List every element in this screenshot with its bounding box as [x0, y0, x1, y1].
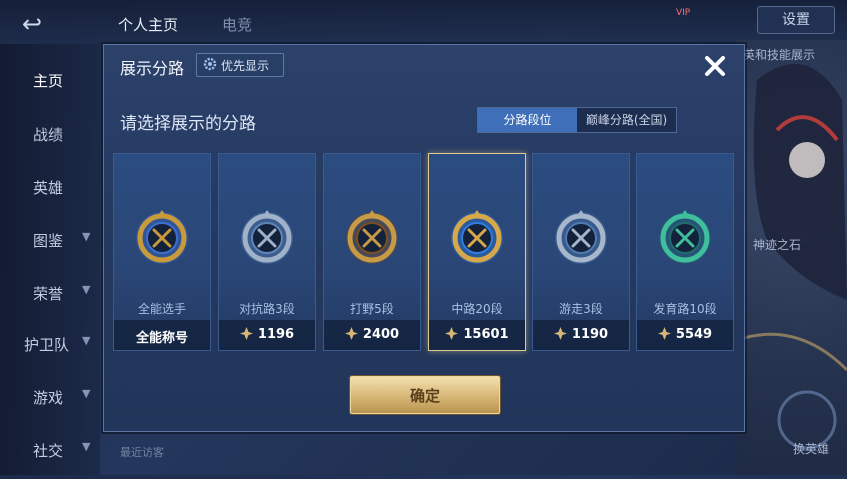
- lane-score-value: 1190: [571, 327, 609, 342]
- lane-display-dialog: 展示分路 优先显示 请选择展示的分路 分路段位 巅峰分路(全国) 全能选手全能称…: [103, 44, 745, 432]
- rank-type-toggle: 分路段位 巅峰分路(全国): [477, 107, 677, 133]
- lane-card[interactable]: 全能选手 全能称号: [113, 153, 211, 351]
- select-lane-prompt: 请选择展示的分路: [120, 114, 256, 134]
- lane-position-label: 游走3段: [559, 302, 603, 316]
- lane-score-footer: 全能称号: [114, 320, 210, 350]
- hero-art-icon: [736, 64, 847, 450]
- lane-card[interactable]: 打野5段 2400: [323, 153, 421, 351]
- chevron-down-icon: ▼: [82, 334, 91, 347]
- farm-lane-emblem-icon: [659, 210, 711, 264]
- settings-button[interactable]: 设置: [757, 6, 835, 34]
- jungle-emblem-icon: [346, 210, 398, 264]
- rank-points-icon: [344, 327, 358, 340]
- lane-score-footer: 5549: [637, 320, 733, 350]
- lane-score-value: 1196: [257, 327, 295, 342]
- chevron-down-icon: ▼: [82, 283, 91, 296]
- gear-icon: [203, 57, 217, 71]
- hero-portrait: 英和技能展示 神迹之石 换英雄: [736, 40, 847, 475]
- lane-position-label: 全能选手: [137, 302, 186, 316]
- vip-badge: VIP: [676, 8, 691, 18]
- clash-lane-emblem-icon: [241, 210, 293, 264]
- recent-visitors-label: 最近访客: [120, 446, 164, 459]
- tab-esports[interactable]: 电竞: [222, 14, 252, 35]
- lane-score-footer: 2400: [324, 320, 420, 350]
- lane-score-footer: 1196: [219, 320, 315, 350]
- tab-peak-lane-national[interactable]: 巅峰分路(全国): [577, 108, 676, 132]
- priority-display-button[interactable]: 优先显示: [196, 53, 284, 77]
- confirm-label: 确定: [409, 387, 440, 405]
- mid-lane-emblem-icon: [451, 210, 503, 264]
- lane-position-label: 中路20段: [451, 302, 503, 316]
- top-bar: ↩ 个人主页 电竞 VIP 设置: [0, 0, 847, 44]
- rank-points-icon: [239, 327, 253, 340]
- tab-profile[interactable]: 个人主页: [118, 14, 178, 35]
- lane-card[interactable]: 对抗路3段 1196: [218, 153, 316, 351]
- confirm-button[interactable]: 确定: [350, 376, 500, 414]
- lane-score-value: 2400: [362, 327, 400, 342]
- chevron-down-icon: ▼: [82, 440, 91, 453]
- lane-score-footer: 15601: [429, 320, 525, 350]
- lane-score-value: 全能称号: [135, 331, 188, 346]
- divine-stone-label[interactable]: 神迹之石: [753, 236, 801, 253]
- lane-card[interactable]: 发育路10段 5549: [636, 153, 734, 351]
- chevron-down-icon: ▼: [82, 230, 91, 243]
- switch-hero-label[interactable]: 换英雄: [793, 440, 829, 457]
- close-icon[interactable]: [700, 51, 730, 81]
- lane-card[interactable]: 游走3段 1190: [532, 153, 630, 351]
- lane-position-label: 对抗路3段: [239, 302, 295, 316]
- priority-display-label: 优先显示: [221, 59, 270, 73]
- lane-position-label: 发育路10段: [653, 302, 717, 316]
- rank-points-icon: [553, 327, 567, 340]
- sidebar: 主页 战绩 英雄 图鉴 ▼ 荣誉 ▼ 护卫队 ▼ 游戏 ▼ 社交 ▼: [0, 44, 100, 475]
- lane-score-value: 15601: [463, 327, 509, 342]
- chevron-down-icon: ▼: [82, 387, 91, 400]
- roam-emblem-icon: [555, 210, 607, 264]
- lane-card[interactable]: 中路20段 15601: [428, 153, 526, 351]
- back-arrow-icon[interactable]: ↩: [22, 10, 42, 38]
- lane-score-footer: 1190: [533, 320, 629, 350]
- rank-points-icon: [657, 327, 671, 340]
- tab-lane-rank[interactable]: 分路段位: [478, 108, 577, 132]
- allround-emblem-icon: [136, 210, 188, 264]
- skill-showcase-label[interactable]: 英和技能展示: [743, 46, 815, 63]
- dialog-title: 展示分路: [120, 59, 185, 78]
- lane-score-value: 5549: [675, 327, 713, 342]
- rank-points-icon: [445, 327, 459, 340]
- lane-position-label: 打野5段: [350, 302, 394, 316]
